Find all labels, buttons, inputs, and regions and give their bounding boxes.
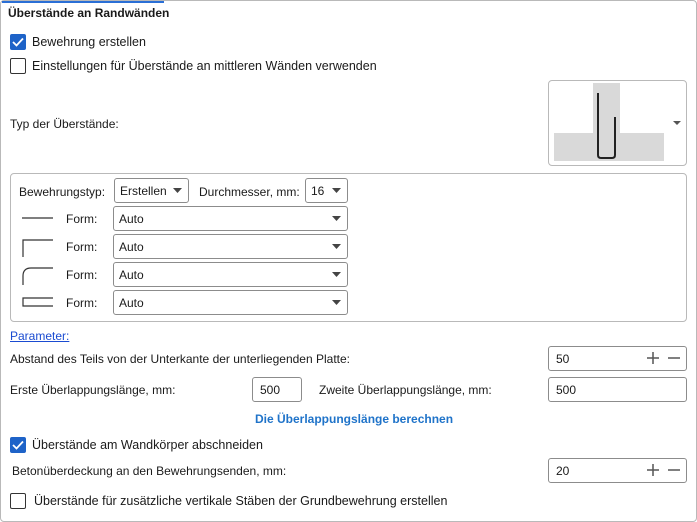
cover-value: 20 xyxy=(556,463,570,478)
lap2-label: Zweite Überlappungslänge, mm: xyxy=(319,383,492,397)
checkmark-icon xyxy=(12,440,24,450)
overhang-type-label: Typ der Überstände: xyxy=(10,117,119,131)
cut-at-wall-row[interactable]: Überstände am Wandkörper abschneiden xyxy=(10,436,263,454)
use-middle-settings-label: Einstellungen für Überstände an mittlere… xyxy=(32,59,377,73)
form-value-4: Auto xyxy=(119,295,144,310)
chevron-down-icon xyxy=(173,188,182,193)
form-label-2: Form: xyxy=(66,240,98,254)
use-middle-settings-row[interactable]: Einstellungen für Überstände an mittlere… xyxy=(10,57,377,75)
distance-value: 50 xyxy=(556,351,570,366)
form-select-3[interactable]: Auto xyxy=(113,262,348,287)
form-select-4[interactable]: Auto xyxy=(113,290,348,315)
straight-bar-icon xyxy=(22,217,53,219)
additional-vertical-row[interactable]: Überstände für zusätzliche vertikale Stä… xyxy=(10,492,447,510)
u-bar-icon xyxy=(22,297,53,307)
form-label-3: Form: xyxy=(66,268,98,282)
diameter-select[interactable]: 16 xyxy=(305,178,348,203)
lap2-value: 500 xyxy=(556,382,577,397)
form-select-2[interactable]: Auto xyxy=(113,234,348,259)
additional-vertical-checkbox[interactable] xyxy=(10,493,26,509)
u-shaped-bar-icon xyxy=(554,83,664,161)
diameter-value: 16 xyxy=(311,183,325,198)
parameters-link[interactable]: Parameter: xyxy=(10,329,69,343)
lap1-value: 500 xyxy=(260,382,281,397)
chevron-down-icon xyxy=(332,216,341,221)
create-reinforcement-checkbox[interactable] xyxy=(10,34,26,50)
chevron-down-icon xyxy=(332,272,341,277)
cut-at-wall-checkbox[interactable] xyxy=(10,437,26,453)
minus-icon[interactable] xyxy=(667,351,681,365)
section-title: Überstände an Randwänden xyxy=(8,6,170,20)
create-reinforcement-row[interactable]: Bewehrung erstellen xyxy=(10,33,146,51)
overhang-type-preview[interactable] xyxy=(548,80,687,166)
form-select-1[interactable]: Auto xyxy=(113,206,348,231)
diameter-label: Durchmesser, mm: xyxy=(199,185,300,199)
distance-label: Abstand des Teils von der Unterkante der… xyxy=(10,352,350,366)
additional-vertical-label: Überstände für zusätzliche vertikale Stä… xyxy=(34,494,448,508)
minus-icon[interactable] xyxy=(667,463,681,477)
l-hook-bar-icon xyxy=(22,239,53,257)
plus-icon[interactable] xyxy=(646,463,660,477)
plus-icon[interactable] xyxy=(646,351,660,365)
calculate-lap-length-link[interactable]: Die Überlappungslänge berechnen xyxy=(255,412,453,426)
form-value-1: Auto xyxy=(119,211,144,226)
cut-at-wall-label: Überstände am Wandkörper abschneiden xyxy=(32,438,263,452)
lap2-input[interactable]: 500 xyxy=(548,377,687,402)
chevron-down-icon xyxy=(332,300,341,305)
use-middle-settings-checkbox[interactable] xyxy=(10,58,26,74)
reinforcement-type-label: Bewehrungstyp: xyxy=(19,185,106,199)
chevron-down-icon xyxy=(332,244,341,249)
reinforcement-type-select[interactable]: Erstellen xyxy=(114,178,189,203)
section-tab-indicator xyxy=(2,1,164,3)
checkmark-icon xyxy=(12,37,24,47)
cover-label: Betonüberdeckung an den Bewehrungsenden,… xyxy=(12,464,287,478)
create-reinforcement-label: Bewehrung erstellen xyxy=(32,35,146,49)
reinforcement-group xyxy=(10,173,687,322)
reinforcement-type-value: Erstellen xyxy=(120,183,167,198)
distance-input[interactable]: 50 xyxy=(548,346,687,371)
cover-input[interactable]: 20 xyxy=(548,458,687,483)
curved-hook-bar-icon xyxy=(22,267,53,285)
form-label-4: Form: xyxy=(66,296,98,310)
form-value-2: Auto xyxy=(119,239,144,254)
chevron-down-icon xyxy=(332,188,341,193)
form-label-1: Form: xyxy=(66,212,98,226)
lap1-label: Erste Überlappungslänge, mm: xyxy=(10,383,176,397)
chevron-down-icon[interactable] xyxy=(672,118,682,128)
lap1-input[interactable]: 500 xyxy=(252,377,302,402)
form-value-3: Auto xyxy=(119,267,144,282)
